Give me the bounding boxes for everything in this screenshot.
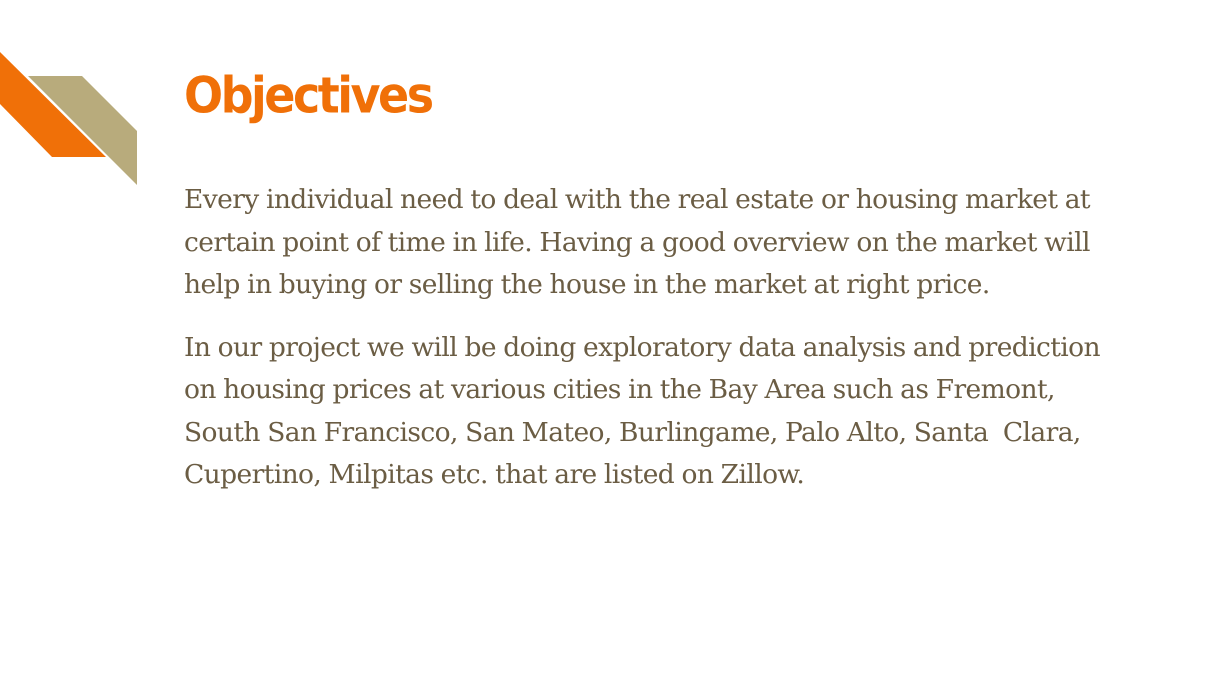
slide-body: Every individual need to deal with the r… <box>184 179 1104 497</box>
slide-title: Objectives <box>184 66 434 125</box>
paragraph-intro: Every individual need to deal with the r… <box>184 184 1098 300</box>
slide: Objectives Every individual need to deal… <box>0 0 1220 682</box>
paragraph-project: In our project we will be doing explorat… <box>184 331 1108 491</box>
corner-decoration <box>0 52 137 185</box>
